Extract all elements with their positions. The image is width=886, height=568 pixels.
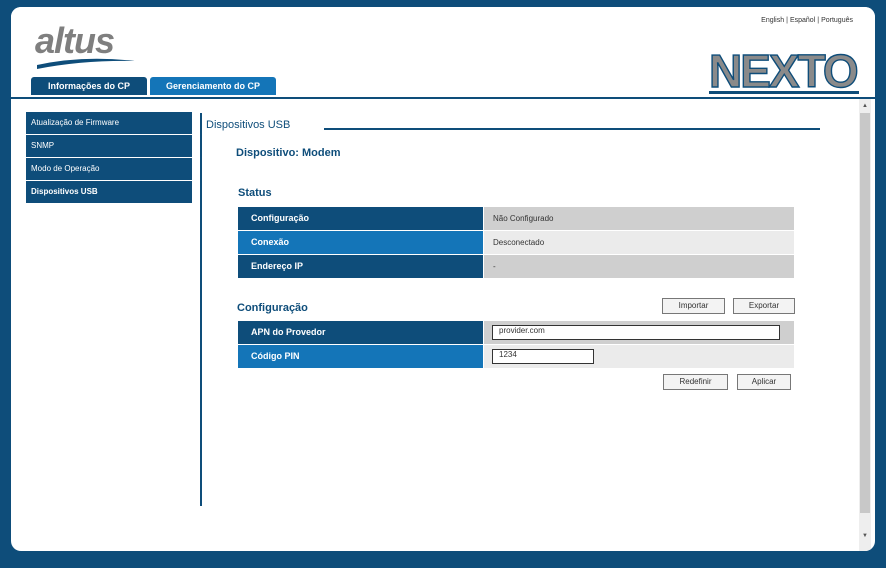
scrollbar[interactable]: ▲ ▼ — [859, 99, 871, 551]
status-heading: Status — [238, 187, 272, 199]
pin-input[interactable]: 1234 — [492, 349, 594, 364]
tab-informacoes-cp[interactable]: Informações do CP — [31, 77, 147, 95]
app-frame: English | Español | Português altus NEXTO In… — [11, 7, 875, 551]
scroll-up-icon[interactable]: ▲ — [859, 101, 871, 111]
status-value: Desconectado — [484, 231, 794, 254]
status-label: Conexão — [238, 231, 483, 254]
section-title-rule — [324, 128, 820, 130]
sidebar-item-snmp[interactable]: SNMP — [26, 135, 192, 157]
sidebar: Atualização de Firmware SNMP Modo de Ope… — [26, 112, 192, 204]
section-title: Dispositivos USB — [206, 119, 291, 131]
language-espanol[interactable]: Español — [790, 17, 815, 24]
language-selector: English | Español | Português — [761, 17, 853, 24]
status-label: Endereço IP — [238, 255, 483, 278]
nexto-underline — [709, 91, 859, 94]
reset-button[interactable]: Redefinir — [663, 374, 728, 390]
sidebar-item-dispositivos-usb[interactable]: Dispositivos USB — [26, 181, 192, 203]
language-separator: | — [817, 17, 820, 24]
apn-label: APN do Provedor — [238, 321, 483, 344]
pin-label: Código PIN — [238, 345, 483, 368]
export-button[interactable]: Exportar — [733, 298, 795, 314]
status-row-endereco-ip: Endereço IP - — [238, 255, 794, 278]
sidebar-item-firmware[interactable]: Atualização de Firmware — [26, 112, 192, 134]
tab-gerenciamento-cp[interactable]: Gerenciamento do CP — [150, 77, 276, 95]
status-value: - — [484, 255, 794, 278]
scroll-down-icon[interactable]: ▼ — [859, 531, 871, 541]
language-portugues[interactable]: Português — [821, 17, 853, 24]
content-divider — [200, 113, 202, 506]
content-area: Atualização de Firmware SNMP Modo de Ope… — [11, 99, 875, 551]
language-english[interactable]: English — [761, 17, 784, 24]
language-separator: | — [786, 17, 788, 24]
status-row-conexao: Conexão Desconectado — [238, 231, 794, 254]
nexto-logo: NEXTO — [708, 44, 859, 97]
nexto-logo-text: NEXTO — [709, 45, 857, 97]
status-row-configuracao: Configuração Não Configurado — [238, 207, 794, 230]
status-label: Configuração — [238, 207, 483, 230]
config-heading: Configuração — [237, 302, 308, 314]
altus-logo-text: altus — [35, 20, 114, 61]
altus-logo: altus — [35, 20, 135, 69]
import-button[interactable]: Importar — [662, 298, 725, 314]
apply-button[interactable]: Aplicar — [737, 374, 791, 390]
header: English | Español | Português altus NEXTO In… — [11, 7, 875, 99]
apn-input[interactable]: provider.com — [492, 325, 780, 340]
status-value: Não Configurado — [484, 207, 794, 230]
sidebar-item-modo-operacao[interactable]: Modo de Operação — [26, 158, 192, 180]
device-title: Dispositivo: Modem — [236, 147, 341, 159]
scrollbar-thumb[interactable] — [860, 113, 870, 513]
